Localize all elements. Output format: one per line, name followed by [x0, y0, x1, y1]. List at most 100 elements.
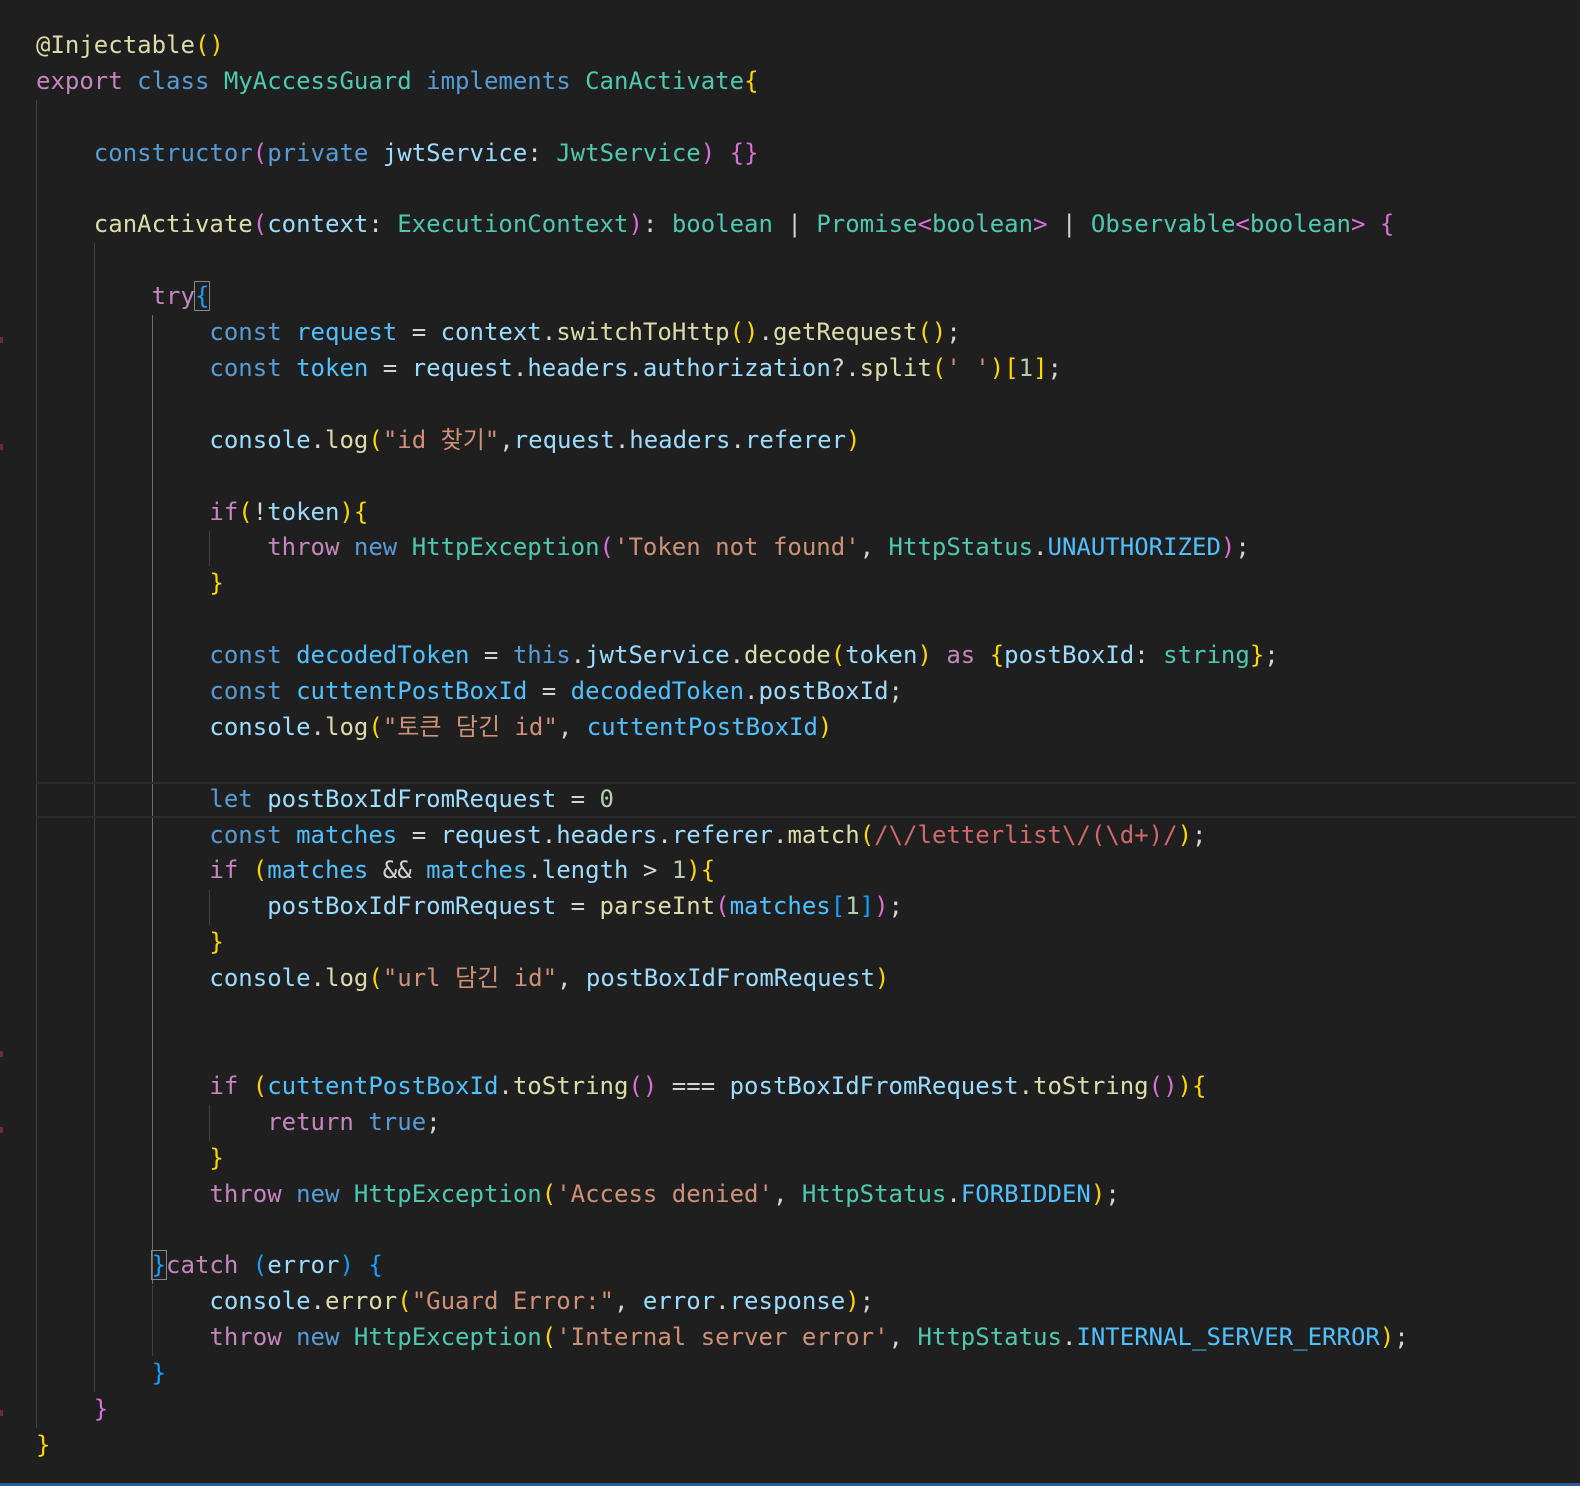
code-token: ; — [1105, 1179, 1120, 1208]
code-token: request — [411, 354, 513, 383]
code-token: . — [512, 354, 528, 383]
code-token: . — [657, 820, 672, 849]
code-token: request — [440, 820, 542, 849]
code-line[interactable] — [36, 1212, 1576, 1248]
code-token: ( — [715, 892, 730, 921]
code-token: ( — [368, 712, 383, 741]
code-line[interactable]: const decodedToken = this.jwtService.dec… — [36, 638, 1576, 674]
code-line[interactable]: throw new HttpException('Access denied',… — [36, 1177, 1576, 1213]
code-token: . — [570, 641, 586, 670]
code-line[interactable]: let postBoxIdFromRequest = 0 — [36, 781, 1576, 818]
code-line[interactable] — [36, 100, 1576, 136]
code-line[interactable]: throw new HttpException('Internal server… — [36, 1320, 1576, 1356]
code-token: , — [499, 425, 514, 454]
code-line[interactable]: }catch (error) { — [36, 1248, 1576, 1284]
code-token: < — [1235, 210, 1250, 239]
code-token: ( — [541, 1179, 557, 1208]
code-line[interactable]: const request = context.switchToHttp().g… — [36, 315, 1576, 351]
code-token: && — [368, 856, 427, 885]
code-line[interactable] — [36, 602, 1576, 638]
code-line[interactable]: } — [36, 566, 1576, 602]
code-token: "토큰 담긴 id" — [382, 712, 558, 741]
code-token: boolean — [931, 210, 1034, 239]
code-token: . — [946, 1179, 961, 1208]
code-line[interactable]: postBoxIdFromRequest = parseInt(matches[… — [36, 889, 1576, 925]
code-token: . — [744, 677, 759, 706]
code-token: const — [209, 318, 282, 347]
code-token: ( — [238, 497, 253, 526]
code-token: getRequest — [772, 318, 918, 347]
code-line[interactable] — [36, 172, 1576, 208]
code-line[interactable]: @Injectable() — [36, 28, 1576, 64]
code-line[interactable]: console.log("url 담긴 id", postBoxIdFromRe… — [36, 961, 1576, 997]
code-token: . — [1061, 1323, 1077, 1352]
code-line[interactable] — [36, 746, 1576, 782]
code-line[interactable]: if (cuttentPostBoxId.toString() === post… — [36, 1069, 1576, 1105]
code-token: ; — [1235, 533, 1250, 562]
code-token: canActivate — [93, 210, 253, 239]
code-token: token — [267, 497, 340, 526]
code-line[interactable] — [36, 459, 1576, 495]
code-token: 1 — [845, 892, 860, 921]
code-line[interactable]: canActivate(context: ExecutionContext): … — [36, 207, 1576, 243]
code-token: ( — [368, 964, 383, 993]
code-token: . — [310, 425, 325, 454]
code-line[interactable] — [36, 387, 1576, 423]
code-token: error — [267, 1251, 340, 1280]
code-token: ) — [845, 1287, 860, 1316]
code-token: ( — [541, 1323, 557, 1352]
code-line[interactable]: if (matches && matches.length > 1){ — [36, 853, 1576, 889]
code-line[interactable]: console.log("토큰 담긴 id", cuttentPostBoxId… — [36, 710, 1576, 746]
code-token: 'Internal server error' — [556, 1323, 889, 1352]
code-token: . — [730, 425, 745, 454]
code-line[interactable] — [36, 243, 1576, 279]
code-line[interactable]: export class MyAccessGuard implements Ca… — [36, 64, 1576, 100]
code-editor[interactable]: @Injectable() export class MyAccessGuard … — [0, 0, 1580, 1486]
code-line[interactable]: } — [36, 1356, 1576, 1392]
code-token: ; — [1394, 1323, 1409, 1352]
code-token: . — [1033, 533, 1048, 562]
code-line[interactable]: return true; — [36, 1105, 1576, 1141]
code-token: matches — [267, 856, 369, 885]
code-line[interactable]: console.error("Guard Error:", error.resp… — [36, 1284, 1576, 1320]
code-token: ( — [931, 354, 947, 383]
code-area[interactable]: @Injectable() export class MyAccessGuard … — [36, 28, 1576, 1464]
code-token: FORBIDDEN — [960, 1179, 1091, 1208]
code-token: jwtService — [585, 641, 730, 670]
code-token: [ — [1004, 354, 1019, 383]
code-token: , — [859, 533, 889, 562]
code-token: "url 담긴 id" — [382, 964, 558, 993]
code-token: new — [296, 1323, 340, 1352]
code-line[interactable]: if(!token){ — [36, 495, 1576, 531]
code-token: > — [628, 856, 672, 885]
code-token: authorization — [642, 354, 831, 383]
code-token: log — [325, 425, 369, 454]
code-line[interactable]: const cuttentPostBoxId = decodedToken.po… — [36, 674, 1576, 710]
code-line[interactable]: } — [36, 1428, 1576, 1464]
code-line[interactable] — [36, 1033, 1576, 1069]
code-line[interactable]: const matches = request.headers.referer.… — [36, 818, 1576, 854]
code-token: ] — [859, 892, 875, 921]
code-line[interactable]: } — [36, 1392, 1576, 1428]
code-line[interactable] — [36, 997, 1576, 1033]
code-token: ) — [628, 210, 643, 239]
code-line[interactable]: throw new HttpException('Token not found… — [36, 530, 1576, 566]
code-line[interactable]: } — [36, 925, 1576, 961]
code-token: , — [557, 712, 587, 741]
code-line[interactable]: constructor(private jwtService: JwtServi… — [36, 136, 1576, 172]
code-token: () — [1148, 1071, 1178, 1100]
code-line[interactable]: try{ — [36, 279, 1576, 315]
code-line[interactable]: } — [36, 1141, 1576, 1177]
code-line[interactable]: const token = request.headers.authorizat… — [36, 351, 1576, 387]
code-line[interactable]: console.log("id 찾기",request.headers.refe… — [36, 423, 1576, 459]
